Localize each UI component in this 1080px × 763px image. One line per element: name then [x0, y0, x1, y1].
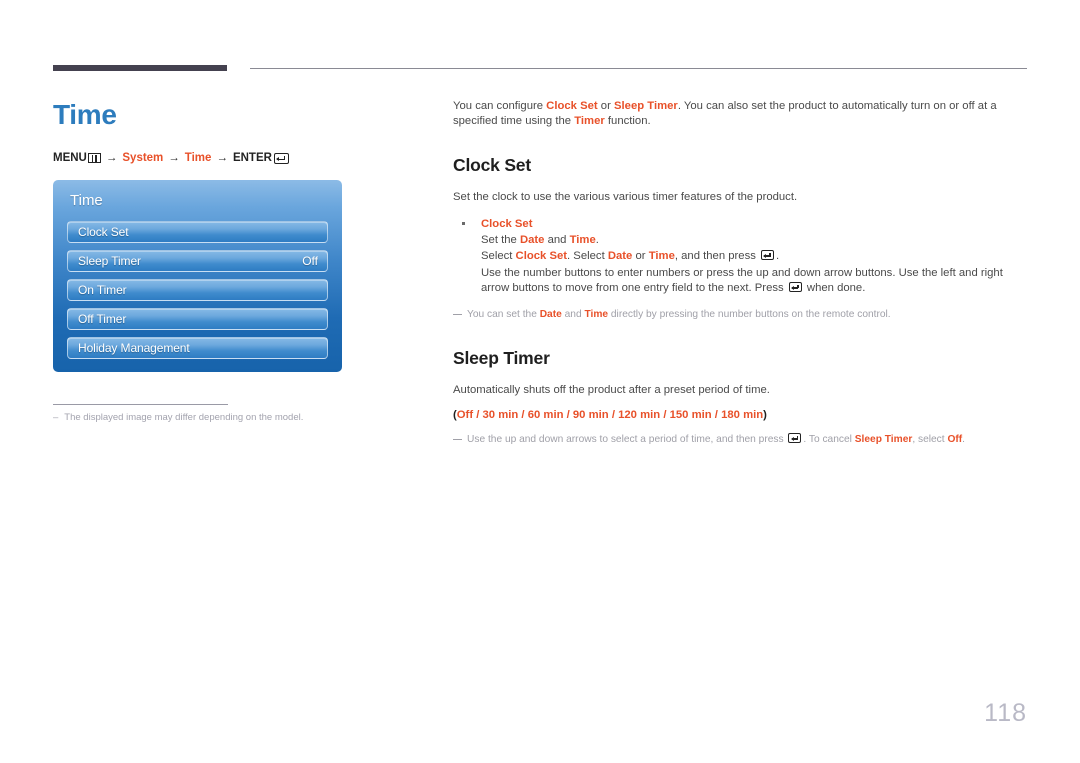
breadcrumb-arrow-3: → [216, 152, 228, 164]
content-column: You can configure Clock Set or Sleep Tim… [453, 99, 1027, 447]
breadcrumb-arrow-2: → [168, 152, 180, 164]
line2-text-g: , and then press [674, 250, 760, 262]
footnote-text: The displayed image may differ depending… [64, 412, 304, 423]
osd-item-sleep-timer[interactable]: Sleep Timer Off [67, 250, 328, 272]
breadcrumb-item-time[interactable]: Time [185, 152, 212, 164]
osd-item-label: Clock Set [78, 225, 129, 239]
sleep-timer-note: Use the up and down arrows to select a p… [453, 433, 1027, 447]
enter-return-icon [273, 152, 289, 164]
section-heading-sleep-timer: Sleep Timer [453, 348, 550, 368]
sleep-timer-description: Automatically shuts off the product afte… [453, 384, 770, 396]
intro-text-2: or [597, 100, 614, 112]
para-text-b: when done. [803, 282, 866, 294]
st-note-text-d: , select [912, 434, 948, 445]
enter-return-icon [788, 282, 802, 292]
clock-set-bullet-list: Clock Set Set the Date and Time. Select … [453, 216, 1027, 296]
breadcrumb-arrow-1: → [105, 152, 118, 164]
line2-text-a: Select [481, 250, 516, 262]
osd-menu-title: Time [70, 192, 103, 209]
list-item: Clock Set Set the Date and Time. Select … [453, 216, 1027, 296]
bullet-title-clock-set: Clock Set [481, 218, 533, 230]
intro-term-timer: Timer [574, 115, 605, 127]
osd-menu-panel: Time Clock Set Sleep Timer Off On Timer … [53, 180, 342, 372]
line1-text-a: Set the [481, 234, 520, 246]
header-rule-thin [250, 68, 1027, 69]
st-note-term-off: Off [947, 434, 963, 445]
bullet-line-2: Select Clock Set. Select Date or Time, a… [481, 248, 1027, 264]
intro-term-clock-set: Clock Set [546, 100, 598, 112]
line2-text-e: or [632, 250, 649, 262]
enter-return-icon [788, 433, 802, 443]
line1-text-c: and [544, 234, 570, 246]
osd-item-clock-set[interactable]: Clock Set [67, 221, 328, 243]
osd-item-holiday-management[interactable]: Holiday Management [67, 337, 328, 359]
line2-text-c: . Select [567, 250, 608, 262]
breadcrumb: MENU → System → Time → ENTER [53, 152, 289, 164]
options-values: Off / 30 min / 60 min / 90 min / 120 min… [456, 409, 764, 421]
line2-term-date: Date [607, 250, 633, 262]
page-title: Time [53, 99, 117, 130]
intro-text-4: function. [604, 115, 651, 127]
osd-item-value: Off [302, 254, 318, 268]
clock-set-description: Set the clock to use the various various… [453, 191, 798, 203]
breadcrumb-enter-label: ENTER [232, 152, 272, 164]
sleep-timer-options: (Off / 30 min / 60 min / 90 min / 120 mi… [453, 409, 1027, 421]
line1-term-date: Date [519, 234, 545, 246]
menu-grid-icon [87, 153, 101, 163]
bullet-line-1: Set the Date and Time. [481, 232, 1027, 248]
intro-paragraph: You can configure Clock Set or Sleep Tim… [453, 99, 1027, 129]
st-note-text-b: . To cancel [803, 434, 855, 445]
intro-term-sleep-timer: Sleep Timer [613, 100, 678, 112]
st-note-term-sleep-timer: Sleep Timer [854, 434, 913, 445]
breadcrumb-item-system[interactable]: System [122, 152, 163, 164]
osd-item-off-timer[interactable]: Off Timer [67, 308, 328, 330]
line2-term-time: Time [648, 250, 675, 262]
st-note-text-f: . [962, 434, 965, 445]
note-text-c: and [561, 309, 585, 320]
clock-set-note: You can set the Date and Time directly b… [453, 308, 1027, 322]
page-number: 118 [984, 699, 1027, 727]
line1-term-time: Time [569, 234, 596, 246]
footnote-dash: – [53, 412, 59, 423]
osd-menu-list: Clock Set Sleep Timer Off On Timer Off T… [67, 221, 328, 359]
line2-text-h: . [776, 250, 780, 262]
osd-item-label: On Timer [78, 283, 127, 297]
osd-item-label: Holiday Management [78, 341, 190, 355]
options-close-paren: ) [763, 409, 767, 421]
note-text-e: directly by pressing the number buttons … [608, 309, 891, 320]
intro-text-1: You can configure [453, 100, 547, 112]
line1-text-e: . [595, 234, 599, 246]
note-term-time: Time [584, 309, 609, 320]
footnote: – The displayed image may differ dependin… [53, 412, 303, 423]
enter-return-icon [761, 250, 775, 260]
osd-item-label: Sleep Timer [78, 254, 141, 268]
osd-item-on-timer[interactable]: On Timer [67, 279, 328, 301]
line2-term-clock-set: Clock Set [515, 250, 568, 262]
para-text-a: Use the number buttons to enter numbers … [481, 267, 1003, 294]
breadcrumb-menu-label: MENU [53, 152, 87, 164]
note-term-date: Date [539, 309, 562, 320]
header-rule-dark [53, 65, 227, 71]
footnote-rule [53, 404, 228, 405]
bullet-paragraph: Use the number buttons to enter numbers … [481, 266, 1027, 296]
section-heading-clock-set: Clock Set [453, 155, 531, 175]
st-note-text-a: Use the up and down arrows to select a p… [467, 434, 787, 445]
note-text-a: You can set the [467, 309, 540, 320]
osd-item-label: Off Timer [78, 312, 127, 326]
